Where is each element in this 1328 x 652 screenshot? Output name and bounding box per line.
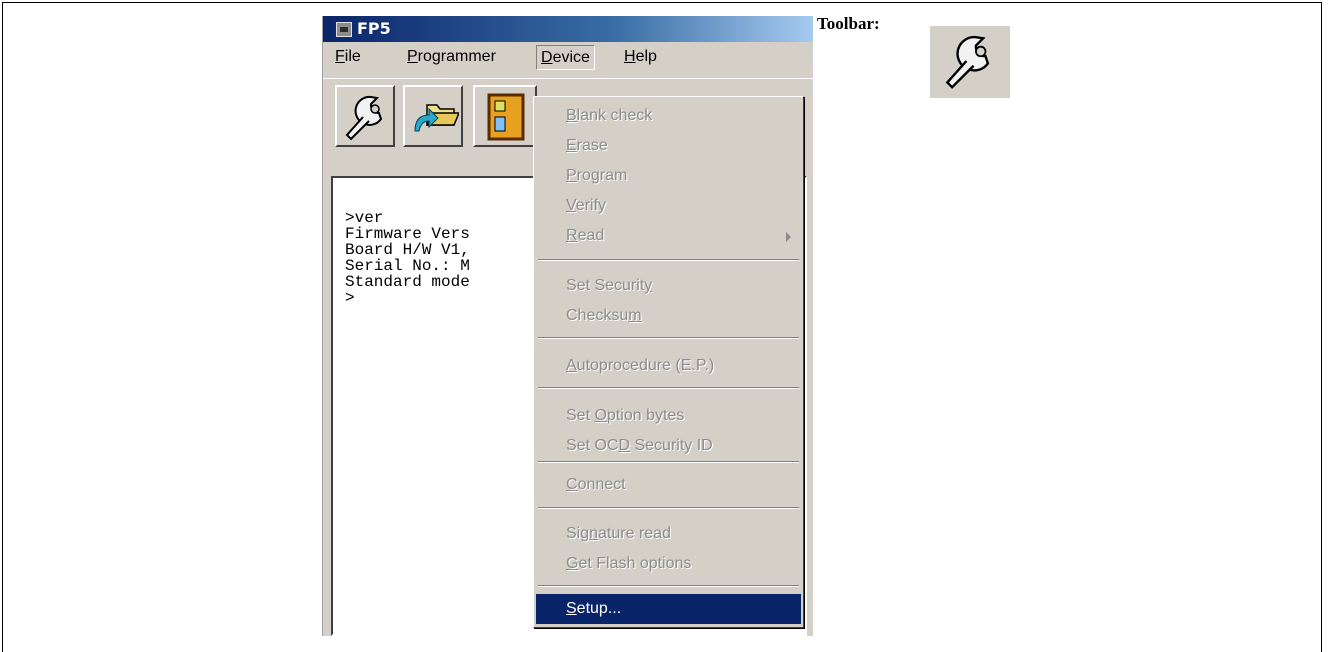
menu-item-label-key: O — [594, 407, 607, 424]
menu-item-label-key: G — [566, 555, 579, 572]
menu-item-label-key: P — [566, 167, 577, 184]
menu-item-label-key: S — [566, 600, 577, 617]
menu-item-get-flash-options[interactable]: Get Flash options — [536, 549, 801, 579]
open-file-toolbar-button[interactable] — [403, 85, 463, 147]
menu-item-label-pre: Set Securit — [566, 277, 645, 294]
menu-item-label-post: ead — [577, 227, 605, 244]
console-line: Firmware Vers — [345, 225, 470, 243]
menu-bar: File Programmer Device Help — [323, 42, 813, 70]
menu-separator — [538, 461, 799, 463]
menu-separator — [538, 259, 799, 261]
menu-item-checksum[interactable]: Checksum — [536, 301, 801, 331]
console-line: Serial No.: M — [345, 257, 470, 275]
device-toolbar-button[interactable] — [473, 85, 537, 147]
menu-item-connect[interactable]: Connect — [536, 470, 801, 500]
menu-item-set-option-bytes[interactable]: Set Option bytes — [536, 401, 801, 431]
menu-item-label-key: n — [589, 525, 599, 542]
menu-item-program[interactable]: Program — [536, 161, 801, 191]
menu-separator — [538, 507, 799, 509]
console-lines: >ver Firmware Vers Board H/W V1, Serial No.… — [345, 210, 470, 306]
menu-help[interactable]: Help — [620, 46, 661, 68]
menu-item-label-post: rase — [576, 137, 608, 154]
menu-item-label-key: V — [566, 197, 576, 214]
menu-separator — [538, 585, 799, 587]
menu-item-label-key: B — [566, 107, 577, 124]
menu-item-label-post: rogram — [576, 167, 628, 184]
menu-item-label-key: E — [566, 137, 577, 154]
console-line: Standard mode — [345, 273, 470, 291]
menu-item-label-post: ature read — [598, 525, 671, 542]
console-line: Board H/W V1, — [345, 241, 470, 259]
toolbar-icon-sample — [930, 26, 1010, 98]
toolbar-label: Toolbar: — [817, 14, 880, 33]
menu-item-label-post: Security ID — [630, 437, 713, 454]
menu-item-label-key: y — [644, 277, 653, 294]
menu-item-signature-read[interactable]: Signature read — [536, 519, 801, 549]
device-icon — [487, 93, 525, 141]
menu-item-set-ocd-security-id[interactable]: Set OCD Security ID — [536, 431, 801, 461]
menu-item-verify[interactable]: Verify — [536, 191, 801, 221]
menu-item-label-pre: Sig — [566, 525, 590, 542]
menu-item-erase[interactable]: Erase — [536, 131, 801, 161]
title-bar: FP5 — [323, 16, 813, 42]
menu-item-read[interactable]: Read — [536, 221, 801, 251]
menu-item-label-post: erify — [575, 197, 607, 214]
menu-separator — [538, 387, 799, 389]
menu-item-label-key: C — [566, 476, 578, 493]
menu-item-label-post: onnect — [577, 476, 626, 493]
menu-item-label-key: D — [618, 437, 631, 454]
menu-item-set-security[interactable]: Set Security — [536, 271, 801, 301]
menu-item-label-post: et Flash options — [578, 555, 692, 572]
console-line: > — [345, 289, 355, 307]
menu-item-label-post: lank check — [576, 107, 653, 124]
menu-item-autoprocedure[interactable]: Autoprocedure (E.P.) — [536, 351, 801, 381]
menu-item-label-pre: Set OC — [566, 437, 619, 454]
open-folder-icon — [414, 104, 459, 132]
menu-item-label-post: ption bytes — [606, 407, 685, 424]
menu-item-label-key: A — [566, 357, 577, 374]
menu-item-label-key: R — [566, 227, 578, 244]
menu-item-label-key: m — [628, 307, 642, 324]
setup-toolbar-button[interactable] — [335, 85, 395, 147]
menu-item-label-pre: Set — [566, 407, 595, 424]
menu-file[interactable]: File — [331, 46, 365, 68]
menu-programmer[interactable]: Programmer — [403, 46, 500, 68]
wrench-icon — [345, 95, 383, 141]
menu-item-label-post: utoprocedure (E.P.) — [576, 357, 715, 374]
menu-item-blank-check[interactable]: Blank check — [536, 101, 801, 131]
menu-device[interactable]: Device — [536, 45, 595, 70]
window-title: FP5 — [357, 19, 391, 38]
console-line: >ver — [345, 209, 384, 227]
menu-item-label-post: etup... — [576, 600, 622, 617]
menu-separator — [538, 337, 799, 339]
wrench-icon — [945, 35, 990, 89]
submenu-arrow-icon — [786, 232, 791, 242]
app-icon — [336, 22, 352, 37]
menu-item-setup[interactable]: Setup... — [536, 594, 801, 624]
device-menu-dropdown: Blank check Erase Program Verify Read Set Sec… — [533, 96, 804, 628]
menu-item-label-pre: Checksu — [566, 307, 629, 324]
